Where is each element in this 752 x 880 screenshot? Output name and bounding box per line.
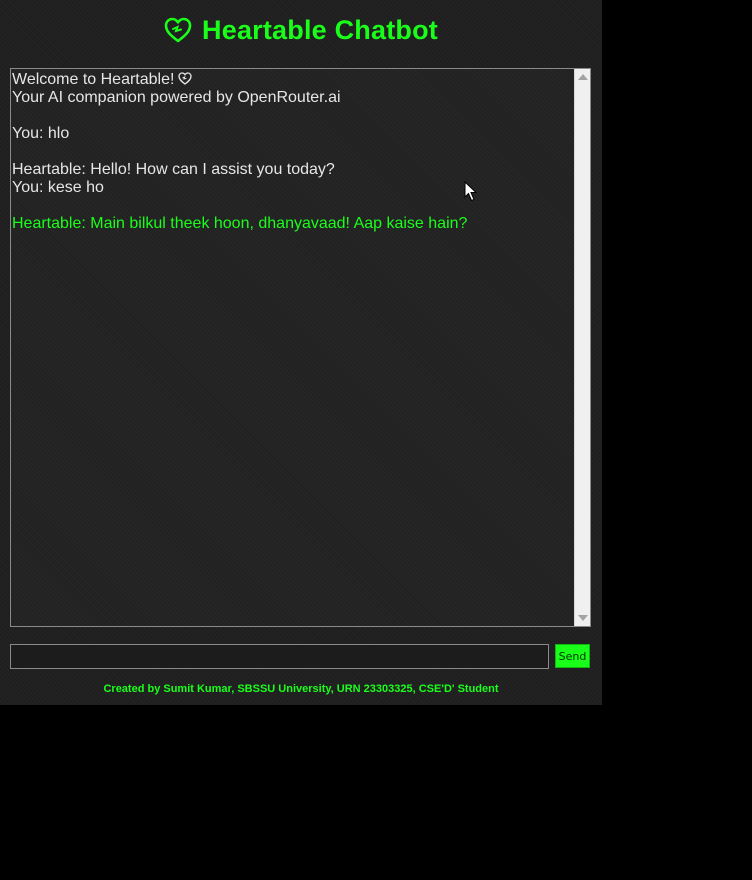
chat-messages: Welcome to Heartable! Your AI companion … <box>12 71 572 233</box>
chat-spacer <box>12 107 572 125</box>
mouse-cursor-icon <box>464 181 478 202</box>
send-button[interactable]: Send <box>555 644 590 668</box>
chat-scrollbar[interactable] <box>574 69 590 626</box>
heart-icon <box>164 17 192 43</box>
heart-icon <box>178 72 193 85</box>
chat-message-user: You: kese ho <box>12 179 104 196</box>
chat-spacer <box>12 143 572 161</box>
chat-message-bot: Heartable: Hello! How can I assist you t… <box>12 161 335 178</box>
scroll-down-arrow-icon[interactable] <box>578 615 588 621</box>
scroll-up-arrow-icon[interactable] <box>578 74 588 80</box>
chat-message-user: You: hlo <box>12 125 70 142</box>
chat-line-subtitle: Your AI companion powered by OpenRouter.… <box>12 89 341 106</box>
chat-message-bot-latest: Heartable: Main bilkul theek hoon, dhany… <box>12 215 468 232</box>
chat-line-welcome: Welcome to Heartable! <box>12 71 572 89</box>
chatbot-window: Heartable Chatbot Welcome to Heartable! … <box>0 0 602 705</box>
chat-spacer <box>12 197 572 215</box>
footer-credits: Created by Sumit Kumar, SBSSU University… <box>103 683 499 695</box>
chat-log[interactable]: Welcome to Heartable! Your AI companion … <box>10 68 591 627</box>
header: Heartable Chatbot <box>0 0 602 60</box>
message-input[interactable] <box>10 644 549 669</box>
welcome-text: Welcome to Heartable! <box>12 71 175 88</box>
page-title: Heartable Chatbot <box>202 14 438 45</box>
